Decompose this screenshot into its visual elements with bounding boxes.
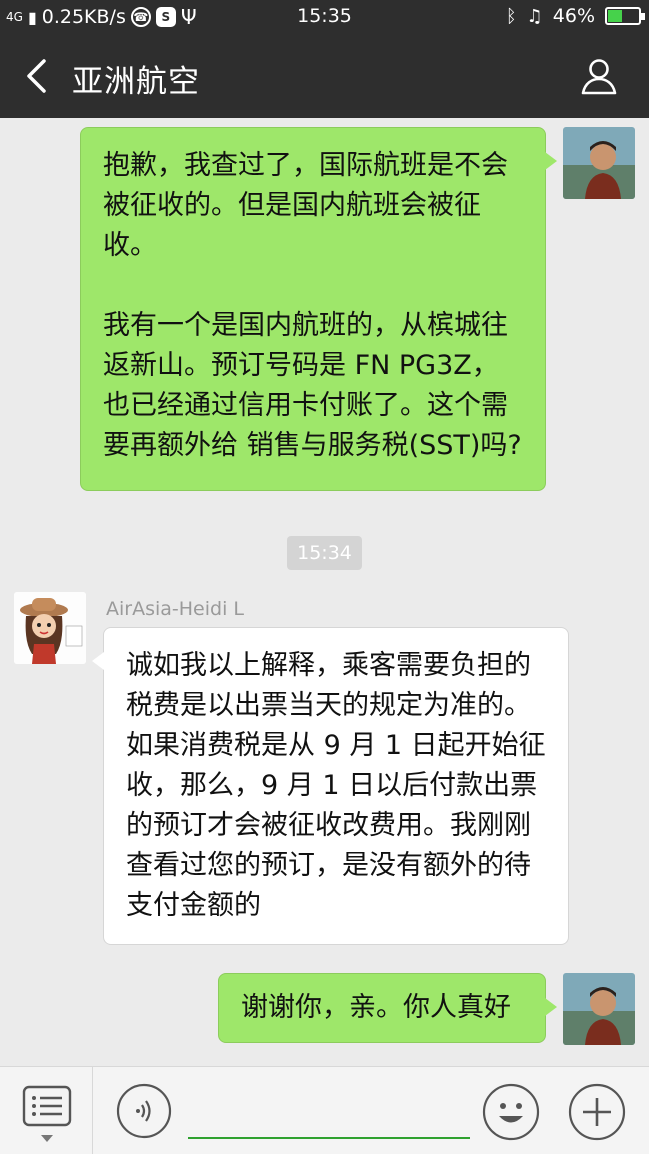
status-bar: 4G ▮ 0.25KB/s ☎ S Ψ 15:35 ᛒ ♫ 46% [0,0,649,34]
message-text: 诚如我以上解释，乘客需要负担的 税费是以出票当天的规定为准的。 如果消费税是从 … [126,650,546,921]
my-avatar[interactable] [563,973,635,1045]
person-icon[interactable] [579,56,619,96]
plus-icon[interactable] [568,1083,626,1141]
battery-icon [605,7,645,25]
user-photo-icon [563,973,635,1045]
chat-title: 亚洲航空 [72,64,200,100]
agent-avatar[interactable] [14,592,86,664]
cartoon-avatar-icon [14,592,86,664]
battery-fill [608,10,622,22]
battery-percent: 46% [552,5,595,27]
smiley-icon[interactable] [482,1083,540,1141]
my-avatar[interactable] [563,127,635,199]
message-bubble-outgoing[interactable]: 抱歉，我查过了，国际航班是不会 被征收的。但是国内航班会被征 收。 我有一个是国… [80,127,557,491]
message-bubble-incoming[interactable]: 诚如我以上解释，乘客需要负担的 税费是以出票当天的规定为准的。 如果消费税是从 … [92,627,569,945]
message-timestamp: 15:34 [287,536,362,570]
chevron-left-icon[interactable] [22,58,52,94]
bluetooth-icon: ᛒ [505,5,517,27]
chat-input-bar [0,1066,649,1154]
user-photo-icon [563,127,635,199]
divider [92,1067,93,1154]
message-input[interactable] [188,1097,470,1139]
voice-wave-icon[interactable] [116,1083,172,1139]
message-text: 谢谢你，亲。你人真好 [241,992,511,1023]
message-bubble-outgoing[interactable]: 谢谢你，亲。你人真好 [218,973,557,1043]
message-text: 抱歉，我查过了，国际航班是不会 被征收的。但是国内航班会被征 收。 我有一个是国… [103,150,522,461]
chat-header: 亚洲航空 [0,34,649,118]
sender-name: AirAsia-Heidi L [106,598,244,620]
muted-bell-icon: ♫ [526,5,543,27]
list-menu-icon[interactable] [22,1085,72,1147]
status-right: ᛒ ♫ 46% [505,5,645,27]
